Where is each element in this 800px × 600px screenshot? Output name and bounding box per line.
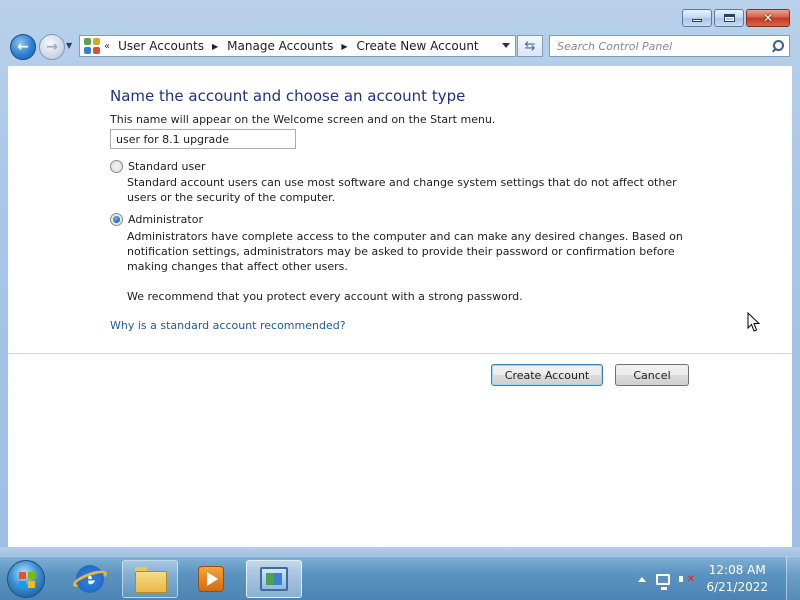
navigation-bar: ← → ▼ « User Accounts ▶ Manage Accounts … bbox=[0, 33, 800, 61]
window-controls: ✕ bbox=[682, 9, 790, 27]
account-name-input[interactable] bbox=[110, 129, 296, 149]
clock-date: 6/21/2022 bbox=[706, 580, 768, 594]
minimize-icon bbox=[692, 19, 702, 22]
start-button[interactable] bbox=[7, 560, 45, 598]
maximize-button[interactable] bbox=[714, 9, 744, 27]
taskbar: e 12:08 AM 6/21/2022 bbox=[0, 556, 800, 600]
media-player-icon bbox=[198, 566, 224, 592]
windows-logo-icon bbox=[19, 572, 35, 588]
back-arrow-icon: ← bbox=[17, 39, 29, 55]
breadcrumb-create-new-account[interactable]: Create New Account bbox=[357, 39, 479, 53]
breadcrumb-overflow[interactable]: « bbox=[104, 41, 110, 52]
standard-account-help-link[interactable]: Why is a standard account recommended? bbox=[110, 319, 346, 332]
folder-icon bbox=[135, 567, 167, 593]
search-box[interactable] bbox=[549, 35, 790, 57]
taskbar-windows-explorer[interactable] bbox=[122, 560, 178, 598]
create-account-button[interactable]: Create Account bbox=[491, 364, 603, 386]
divider bbox=[8, 353, 792, 354]
clock[interactable]: 12:08 AM 6/21/2022 bbox=[706, 562, 768, 596]
control-panel-icon bbox=[84, 38, 100, 54]
forward-button[interactable]: → bbox=[39, 34, 65, 60]
account-name-hint: This name will appear on the Welcome scr… bbox=[110, 113, 496, 126]
refresh-icon: ⇆ bbox=[524, 38, 536, 54]
close-icon: ✕ bbox=[762, 11, 774, 25]
administrator-label[interactable]: Administrator bbox=[128, 213, 203, 226]
taskbar-control-panel[interactable] bbox=[246, 560, 302, 598]
standard-user-description: Standard account users can use most soft… bbox=[127, 176, 677, 204]
administrator-option[interactable]: Administrator bbox=[110, 213, 203, 226]
breadcrumb-separator-icon[interactable]: ▶ bbox=[212, 42, 218, 51]
control-panel-icon bbox=[260, 567, 288, 591]
page-title: Name the account and choose an account t… bbox=[110, 87, 466, 105]
system-tray: 12:08 AM 6/21/2022 bbox=[638, 557, 800, 600]
standard-user-label[interactable]: Standard user bbox=[128, 160, 206, 173]
breadcrumb-separator-icon[interactable]: ▶ bbox=[341, 42, 347, 51]
show-desktop-button[interactable] bbox=[786, 557, 800, 600]
network-icon[interactable] bbox=[656, 573, 671, 590]
mouse-cursor-icon bbox=[747, 312, 761, 332]
taskbar-media-player[interactable] bbox=[183, 560, 239, 598]
standard-user-radio[interactable] bbox=[110, 160, 123, 173]
forward-arrow-icon: → bbox=[46, 39, 58, 55]
refresh-button[interactable]: ⇆ bbox=[517, 35, 543, 57]
minimize-button[interactable] bbox=[682, 9, 712, 27]
show-hidden-icons-icon[interactable] bbox=[638, 576, 647, 582]
address-dropdown-icon[interactable] bbox=[502, 43, 510, 48]
address-bar[interactable]: « User Accounts ▶ Manage Accounts ▶ Crea… bbox=[79, 35, 516, 57]
back-button[interactable]: ← bbox=[10, 34, 36, 60]
cancel-button[interactable]: Cancel bbox=[615, 364, 689, 386]
taskbar-internet-explorer[interactable]: e bbox=[62, 560, 118, 598]
standard-user-option[interactable]: Standard user bbox=[110, 160, 206, 173]
volume-muted-icon[interactable] bbox=[678, 571, 695, 587]
control-panel-window: ✕ ← → ▼ « User Accounts ▶ Manage Account… bbox=[0, 0, 800, 556]
administrator-description: Administrators have complete access to t… bbox=[127, 230, 683, 273]
password-recommendation: We recommend that you protect every acco… bbox=[127, 290, 523, 303]
maximize-icon bbox=[723, 14, 735, 22]
window-bottom-border bbox=[0, 547, 800, 556]
search-icon[interactable] bbox=[769, 38, 785, 54]
close-button[interactable]: ✕ bbox=[746, 9, 790, 27]
content-pane: Name the account and choose an account t… bbox=[8, 66, 792, 547]
internet-explorer-icon: e bbox=[71, 565, 109, 593]
administrator-radio[interactable] bbox=[110, 213, 123, 226]
search-input[interactable] bbox=[550, 39, 769, 53]
breadcrumb-manage-accounts[interactable]: Manage Accounts bbox=[227, 39, 333, 53]
breadcrumb-user-accounts[interactable]: User Accounts bbox=[118, 39, 204, 53]
recent-pages-dropdown[interactable]: ▼ bbox=[66, 41, 72, 50]
clock-time: 12:08 AM bbox=[708, 563, 766, 577]
